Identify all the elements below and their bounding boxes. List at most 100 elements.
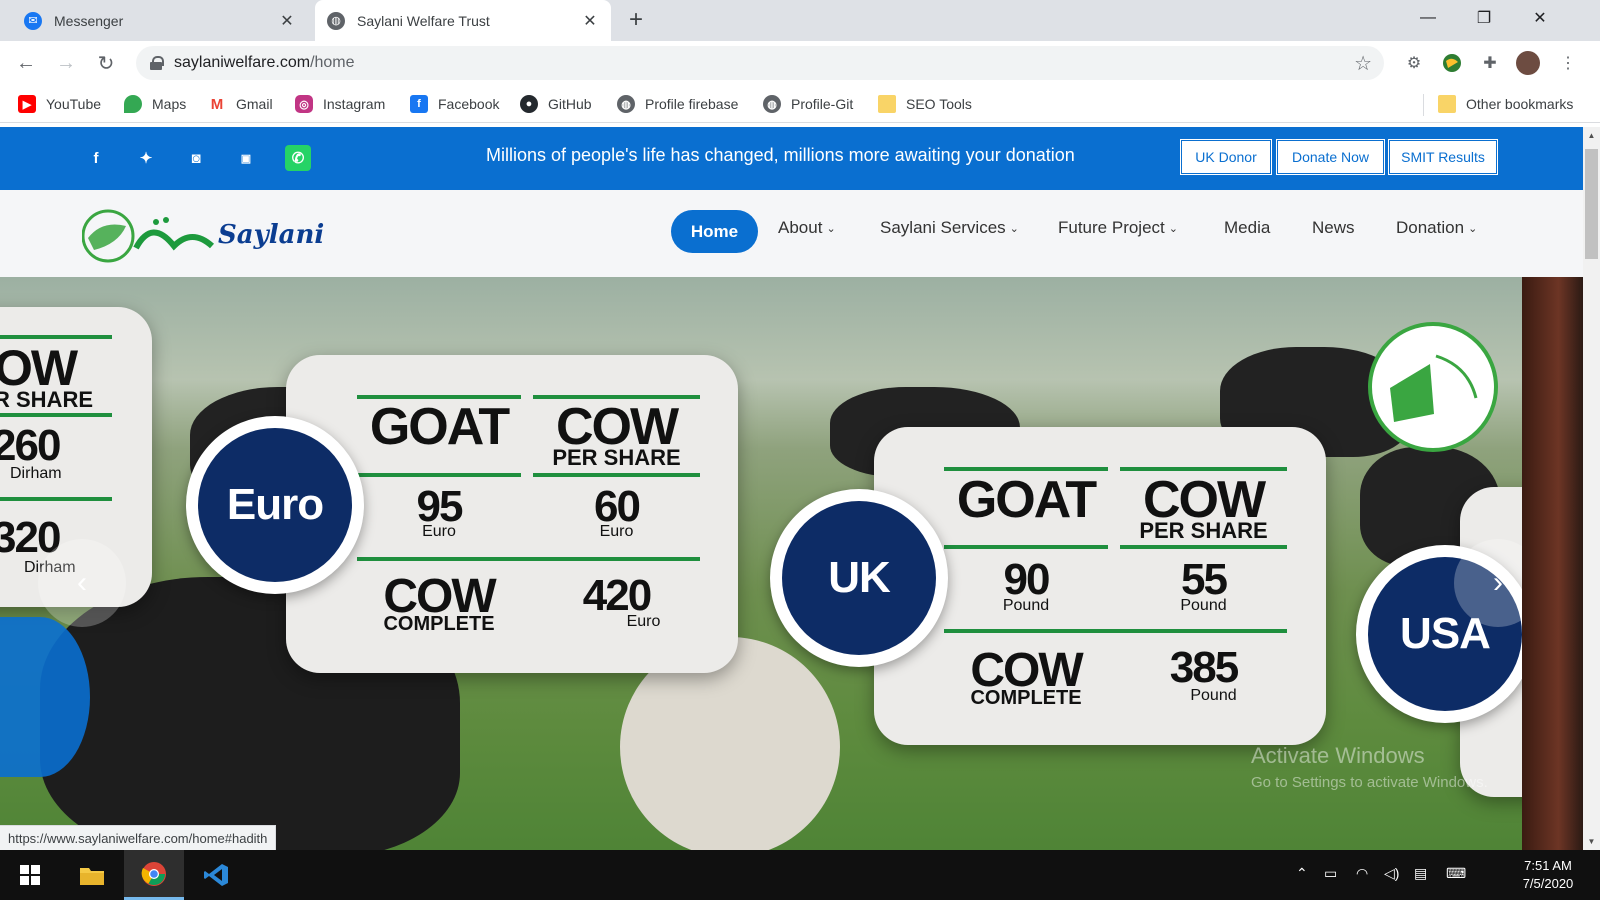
nav-home[interactable]: Home [671, 210, 758, 253]
bookmark-label: Other bookmarks [1466, 96, 1574, 112]
clock-time: 7:51 AM [1524, 858, 1572, 873]
slider-prev-button[interactable]: ‹ [38, 539, 126, 627]
nav-about[interactable]: About ⌄ [778, 218, 836, 238]
instagram-icon[interactable]: ◙ [183, 145, 209, 171]
new-tab-button[interactable]: + [622, 6, 650, 34]
badge-label: Euro [198, 428, 352, 582]
bookmark-maps[interactable]: Maps [124, 85, 186, 123]
nav-donation[interactable]: Donation ⌄ [1396, 218, 1477, 238]
forward-button[interactable]: → [52, 49, 80, 77]
file-explorer-button[interactable] [62, 850, 122, 900]
whatsapp-icon[interactable]: ✆ [285, 145, 311, 171]
complete-label: COMPLETE [970, 687, 1082, 709]
profile-avatar[interactable] [1516, 51, 1540, 75]
start-button[interactable] [0, 850, 60, 900]
minimize-button[interactable]: — [1400, 0, 1456, 36]
bookmark-label: Profile-Git [791, 96, 854, 112]
notification-icon[interactable]: ▤ [1414, 865, 1427, 882]
activation-watermark-title: Activate Windows [1251, 743, 1425, 768]
github-icon: ● [520, 95, 538, 113]
keyboard-icon[interactable]: ⌨ [1446, 865, 1466, 882]
bookmark-label: Maps [152, 96, 187, 112]
nav-media[interactable]: Media [1224, 218, 1270, 238]
price-value: 260 [0, 421, 61, 470]
price-subheading: R SHARE [0, 387, 94, 412]
chevron-down-icon: ⌄ [826, 222, 836, 235]
nav-label: Future Project [1058, 218, 1165, 237]
bookmark-label: GitHub [548, 96, 592, 112]
scrollbar-thumb[interactable] [1585, 149, 1598, 259]
system-clock[interactable]: 7:51 AM 7/5/2020 [1508, 857, 1588, 893]
chevron-left-icon: ‹ [77, 566, 87, 599]
bookmark-star-icon[interactable]: ☆ [1354, 51, 1372, 76]
divider-line [533, 473, 700, 477]
url-host: saylaniwelfare.com [174, 54, 311, 71]
windows-taskbar: ⌃ ▭ ◠ ◁) ▤ ⌨ 7:51 AM 7/5/2020 [0, 850, 1600, 900]
vscode-taskbar-button[interactable] [186, 850, 246, 900]
globe-icon: ◍ [763, 95, 781, 113]
twitter-icon[interactable]: ✦ [133, 145, 159, 171]
nav-news[interactable]: News [1312, 218, 1355, 238]
close-window-button[interactable]: ✕ [1512, 0, 1568, 36]
tray-chevron-up-icon[interactable]: ⌃ [1296, 865, 1308, 882]
cow-share-unit: Euro [599, 523, 634, 540]
bookmark-seo-tools[interactable]: SEO Tools [878, 85, 972, 123]
bookmark-label: Facebook [438, 96, 500, 112]
scroll-down-arrow-icon[interactable]: ▼ [1583, 833, 1600, 850]
menu-icon[interactable]: ⋮ [1556, 51, 1580, 75]
bookmark-instagram[interactable]: ◎ Instagram [295, 85, 385, 123]
youtube-icon: ▶ [18, 95, 36, 113]
back-button[interactable]: ← [12, 49, 40, 77]
battery-icon[interactable]: ▭ [1324, 865, 1337, 882]
bookmark-other[interactable]: Other bookmarks [1438, 85, 1573, 123]
tab-messenger[interactable]: ✉ Messenger ✕ [8, 0, 308, 41]
donate-now-button[interactable]: Donate Now [1276, 139, 1385, 175]
saylani-emblem [1368, 322, 1498, 452]
bookmark-profile-firebase[interactable]: ◍ Profile firebase [617, 85, 738, 123]
smit-results-button[interactable]: SMIT Results [1388, 139, 1498, 175]
close-icon[interactable]: ✕ [276, 10, 298, 32]
tab-saylani[interactable]: ◍ Saylani Welfare Trust ✕ [315, 0, 611, 41]
facebook-icon[interactable]: f [83, 145, 109, 171]
extension-icon[interactable]: ⚙ [1402, 51, 1426, 75]
vscode-icon [204, 864, 228, 886]
bookmark-facebook[interactable]: f Facebook [410, 85, 499, 123]
bookmark-profile-git[interactable]: ◍ Profile-Git [763, 85, 853, 123]
globe-icon: ◍ [327, 11, 345, 30]
maximize-button[interactable]: ❐ [1456, 0, 1512, 36]
folder-icon [1438, 95, 1456, 113]
reload-button[interactable]: ↻ [92, 49, 120, 77]
extension-globe-icon[interactable] [1440, 51, 1464, 75]
tab-title: Messenger [54, 12, 124, 29]
tab-title: Saylani Welfare Trust [357, 12, 490, 29]
nav-label: Saylani Services [880, 218, 1006, 237]
bookmark-gmail[interactable]: M Gmail [208, 85, 273, 123]
gmail-icon: M [208, 95, 226, 113]
divider-line [357, 473, 521, 477]
extensions-puzzle-icon[interactable]: ✚ [1478, 51, 1502, 75]
bookmark-github[interactable]: ● GitHub [520, 85, 592, 123]
nav-label: About [778, 218, 823, 237]
chrome-taskbar-button[interactable] [124, 850, 184, 900]
volume-icon[interactable]: ◁) [1384, 865, 1399, 882]
scroll-up-arrow-icon[interactable]: ▲ [1583, 127, 1600, 144]
windows-logo-icon [20, 865, 40, 885]
nav-label: Home [690, 221, 739, 241]
divider-line [357, 557, 700, 561]
nav-saylani-services[interactable]: Saylani Services ⌄ [880, 218, 1019, 238]
chevron-down-icon: ⌄ [1468, 222, 1478, 235]
bookmarks-bar: ▶ YouTube Maps M Gmail ◎ Instagram f Fac… [0, 85, 1600, 123]
bookmark-youtube[interactable]: ▶ YouTube [18, 85, 101, 123]
nav-future-project[interactable]: Future Project ⌄ [1058, 218, 1178, 238]
status-bar-url: https://www.saylaniwelfare.com/home#hadi… [0, 825, 277, 850]
messenger-icon: ✉ [24, 11, 42, 30]
close-icon[interactable]: ✕ [579, 10, 601, 32]
wifi-icon[interactable]: ◠ [1356, 865, 1368, 882]
uk-donor-button[interactable]: UK Donor [1180, 139, 1272, 175]
page-scrollbar[interactable]: ▲ ▼ [1583, 127, 1600, 850]
saylani-logo[interactable]: Saylani [81, 208, 324, 264]
youtube-icon[interactable]: ▣ [233, 145, 259, 171]
divider-line [944, 629, 1287, 633]
folder-icon [80, 868, 104, 885]
address-bar[interactable]: saylaniwelfare.com/home ☆ [136, 46, 1384, 80]
